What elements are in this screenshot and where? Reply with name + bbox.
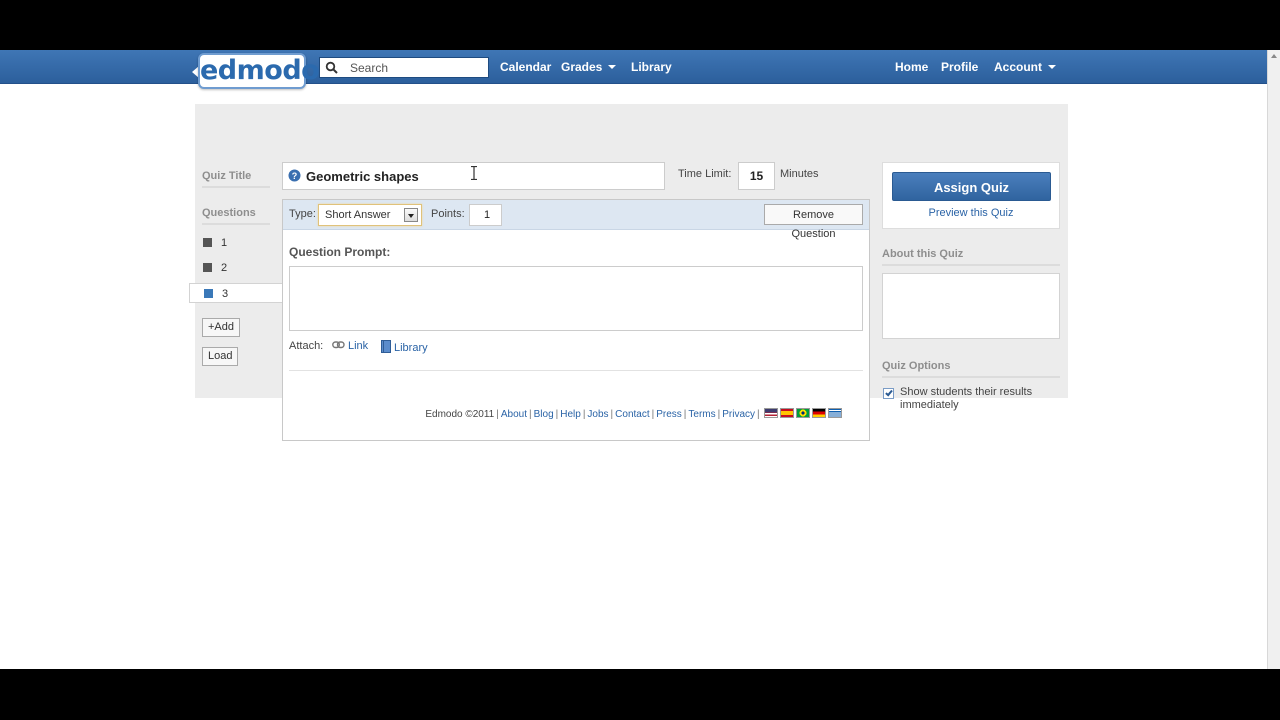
attach-link-label: Link	[348, 340, 369, 352]
question-toolbar: Type: Short Answer Points: 1 Remove Ques…	[283, 200, 869, 240]
help-icon[interactable]: ?	[288, 169, 301, 182]
question-type-value: Short Answer	[325, 209, 391, 221]
questions-label: Questions	[202, 207, 256, 219]
points-input[interactable]: 1	[469, 204, 502, 226]
caret-down-icon	[608, 65, 617, 69]
nav-profile-label: Profile	[941, 60, 979, 74]
svg-text:?: ?	[292, 171, 298, 181]
attach-library-link[interactable]: Library	[381, 340, 428, 354]
quiz-builder-panel: Quiz Title Questions 1 2 3 +Add Load ? G…	[189, 104, 1068, 441]
nav-grades-link[interactable]: Grades	[561, 60, 617, 74]
nav-calendar-link[interactable]: Calendar	[500, 60, 551, 74]
search-box[interactable]	[319, 57, 489, 78]
quiz-title-value: Geometric shapes	[306, 169, 419, 184]
question-editor: Type: Short Answer Points: 1 Remove Ques…	[282, 199, 870, 441]
footer-terms-link[interactable]: Terms	[688, 409, 715, 420]
footer-contact-link[interactable]: Contact	[615, 409, 649, 420]
divider	[202, 186, 270, 188]
top-navigation-bar: edmodo Calendar Grades Library Home Prof…	[0, 50, 1267, 89]
nav-library-label: Library	[631, 60, 672, 74]
question-item-2[interactable]: 2	[203, 258, 283, 278]
time-limit-label: Time Limit:	[678, 168, 732, 180]
preview-quiz-link[interactable]: Preview this Quiz	[883, 207, 1059, 219]
nav-calendar-label: Calendar	[500, 60, 552, 74]
nav-profile-link[interactable]: Profile	[941, 60, 978, 74]
flag-es-icon[interactable]	[779, 408, 794, 418]
quiz-title-label: Quiz Title	[202, 170, 252, 182]
question-number: 1	[221, 237, 228, 249]
load-question-button[interactable]: Load	[202, 347, 239, 366]
caret-down-icon	[1048, 65, 1056, 69]
nav-home-link[interactable]: Home	[895, 60, 928, 74]
question-square-icon	[203, 238, 212, 247]
nav-account-label: Account	[994, 60, 1042, 74]
flag-de-icon[interactable]	[811, 408, 826, 418]
edmodo-logo[interactable]: edmodo	[198, 53, 320, 89]
show-results-checkbox[interactable]	[883, 388, 894, 399]
question-number: 2	[221, 262, 228, 274]
nav-account-link[interactable]: Account	[994, 60, 1056, 74]
add-question-button[interactable]: +Add	[202, 318, 240, 337]
assign-quiz-button[interactable]: Assign Quiz	[892, 172, 1051, 201]
search-input[interactable]	[348, 59, 486, 76]
vertical-scrollbar[interactable]	[1267, 50, 1280, 669]
chain-link-icon	[332, 341, 345, 349]
remove-question-button[interactable]: Remove Question	[764, 204, 863, 240]
flag-gr-icon[interactable]	[827, 408, 842, 418]
browser-viewport: edmodo Calendar Grades Library Home Prof…	[0, 50, 1267, 669]
type-label: Type:	[289, 208, 316, 220]
footer-blog-link[interactable]: Blog	[534, 409, 554, 420]
page-footer: Edmodo ©2011 | About | Blog | Help | Jobs | Contac…	[0, 408, 1267, 420]
question-item-1[interactable]: 1	[203, 233, 283, 253]
assign-card: Assign Quiz Preview this Quiz	[882, 162, 1060, 229]
question-number: 3	[222, 288, 229, 300]
attach-link-link[interactable]: Link	[332, 340, 368, 352]
question-type-select[interactable]: Short Answer	[318, 204, 422, 226]
footer-privacy-link[interactable]: Privacy	[722, 409, 755, 420]
divider	[289, 370, 863, 371]
search-icon	[325, 61, 338, 74]
time-limit-input[interactable]: 15	[738, 162, 775, 190]
question-square-icon	[203, 263, 212, 272]
nav-library-link[interactable]: Library	[631, 60, 672, 74]
footer-jobs-link[interactable]: Jobs	[587, 409, 608, 420]
question-square-icon	[204, 289, 213, 298]
footer-help-link[interactable]: Help	[560, 409, 581, 420]
divider	[882, 264, 1060, 266]
about-quiz-label: About this Quiz	[882, 248, 964, 260]
nav-home-label: Home	[895, 60, 929, 74]
question-item-3[interactable]: 3	[189, 283, 283, 303]
points-label: Points:	[431, 208, 465, 220]
scroll-up-arrow-icon[interactable]	[1271, 54, 1277, 58]
footer-press-link[interactable]: Press	[656, 409, 682, 420]
copyright-text: Edmodo ©2011	[425, 409, 495, 420]
divider	[202, 223, 270, 225]
flag-us-icon[interactable]	[763, 408, 778, 418]
flag-br-icon[interactable]	[795, 408, 810, 418]
attach-library-label: Library	[394, 342, 428, 354]
about-quiz-textarea[interactable]	[882, 273, 1060, 339]
footer-about-link[interactable]: About	[501, 409, 527, 420]
minutes-label: Minutes	[780, 168, 819, 180]
text-cursor-icon	[471, 166, 477, 180]
question-prompt-label: Question Prompt:	[289, 245, 391, 259]
divider	[882, 376, 1060, 378]
question-prompt-textarea[interactable]	[289, 266, 863, 331]
checkmark-icon	[885, 388, 893, 397]
attach-label: Attach:	[289, 340, 324, 352]
quiz-options-label: Quiz Options	[882, 360, 951, 372]
book-icon	[381, 340, 391, 353]
dropdown-arrow-icon[interactable]	[404, 208, 418, 222]
nav-grades-label: Grades	[561, 60, 603, 74]
